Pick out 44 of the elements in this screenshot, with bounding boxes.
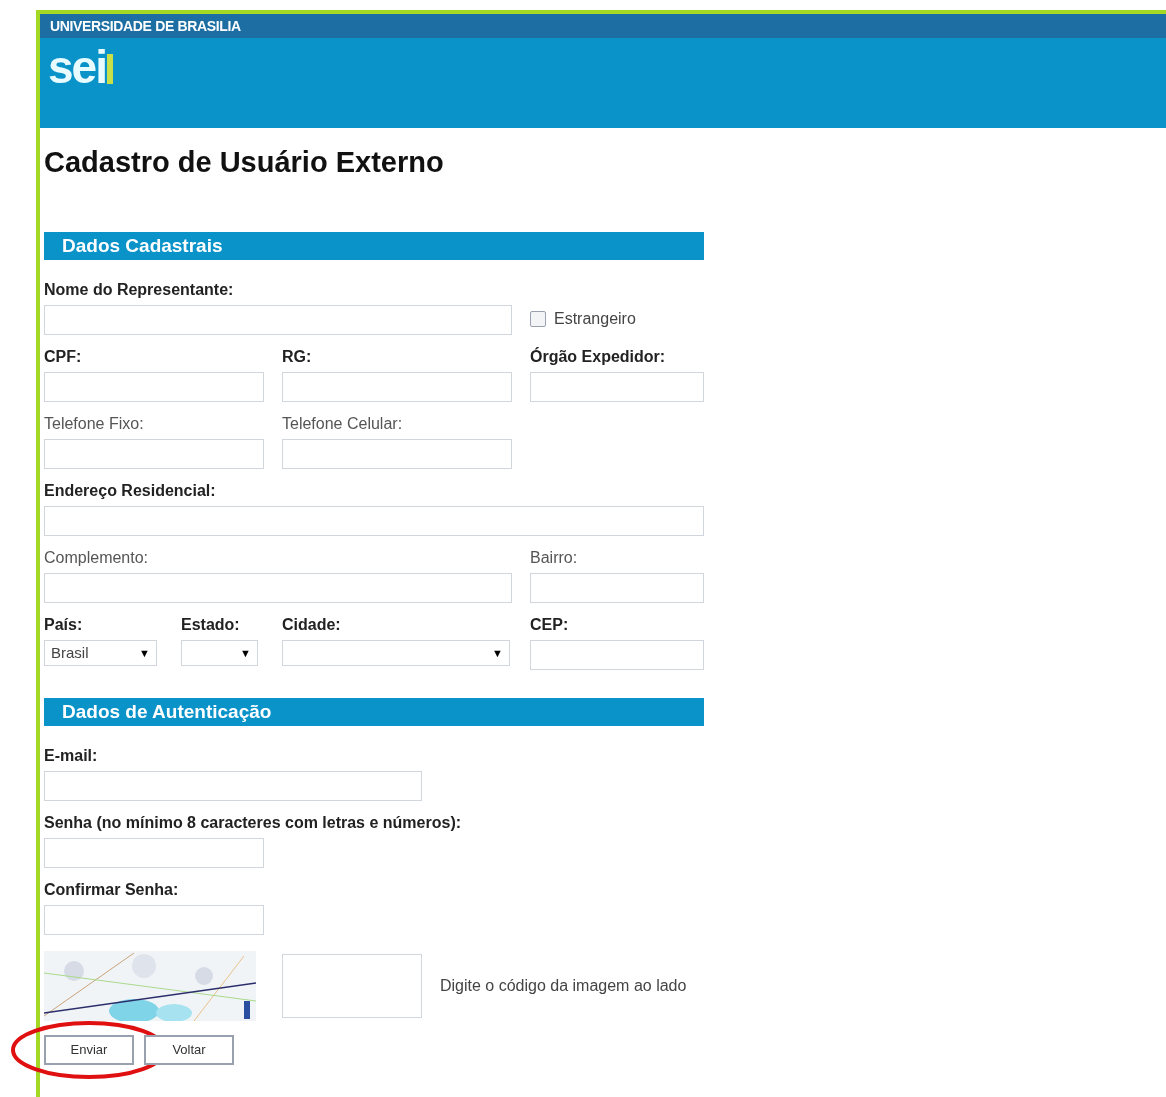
input-field[interactable] (282, 372, 512, 402)
field-label: Bairro: (530, 548, 578, 568)
field-label: E-mail: (44, 746, 98, 766)
logo-bar-icon (106, 54, 113, 84)
field-label: Senha (no mínimo 8 caracteres com letras e números): (44, 813, 462, 833)
form-button[interactable]: Enviar (44, 1035, 134, 1065)
input-field[interactable] (44, 439, 264, 469)
field-label: Telefone Fixo: (44, 414, 144, 434)
field-label: Telefone Celular: (282, 414, 403, 434)
field-label: País: (44, 615, 83, 635)
field-label: Nome do Representante: (44, 280, 234, 300)
select-field[interactable]: ▼ (282, 640, 510, 666)
input-field[interactable] (44, 771, 422, 801)
field-label: Complemento: (44, 548, 149, 568)
select-field[interactable]: ▼ (181, 640, 258, 666)
captcha-hint: Digite o código da imagem ao lado (440, 976, 687, 996)
section-header: Dados de Autenticação (44, 698, 704, 726)
checkbox[interactable] (530, 311, 546, 327)
input-field[interactable] (530, 372, 704, 402)
select-field[interactable]: Brasil ▼ (44, 640, 157, 666)
checkbox-label: Estrangeiro (554, 309, 636, 329)
input-field[interactable] (530, 573, 704, 603)
logo: sei (48, 42, 106, 92)
input-field[interactable] (44, 506, 704, 536)
input-field[interactable] (44, 905, 264, 935)
input-field[interactable] (44, 573, 512, 603)
field-label: Endereço Residencial: (44, 481, 216, 501)
field-label: Cidade: (282, 615, 341, 635)
input-field[interactable] (282, 439, 512, 469)
field-label: Estado: (181, 615, 240, 635)
captcha-input[interactable] (282, 954, 422, 1018)
institution-name: UNIVERSIDADE DE BRASILIA (50, 16, 241, 36)
input-field[interactable] (44, 838, 264, 868)
section-header: Dados Cadastrais (44, 232, 704, 260)
field-label: Confirmar Senha: (44, 880, 179, 900)
input-field[interactable] (44, 372, 264, 402)
form-button[interactable]: Voltar (144, 1035, 234, 1065)
field-label: CPF: (44, 347, 82, 367)
input-field[interactable] (44, 305, 512, 335)
field-label: Órgão Expedidor: (530, 347, 666, 367)
page-title: Cadastro de Usuário Externo (44, 145, 445, 180)
input-field[interactable] (530, 640, 704, 670)
field-label: CEP: (530, 615, 569, 635)
field-label: RG: (282, 347, 312, 367)
